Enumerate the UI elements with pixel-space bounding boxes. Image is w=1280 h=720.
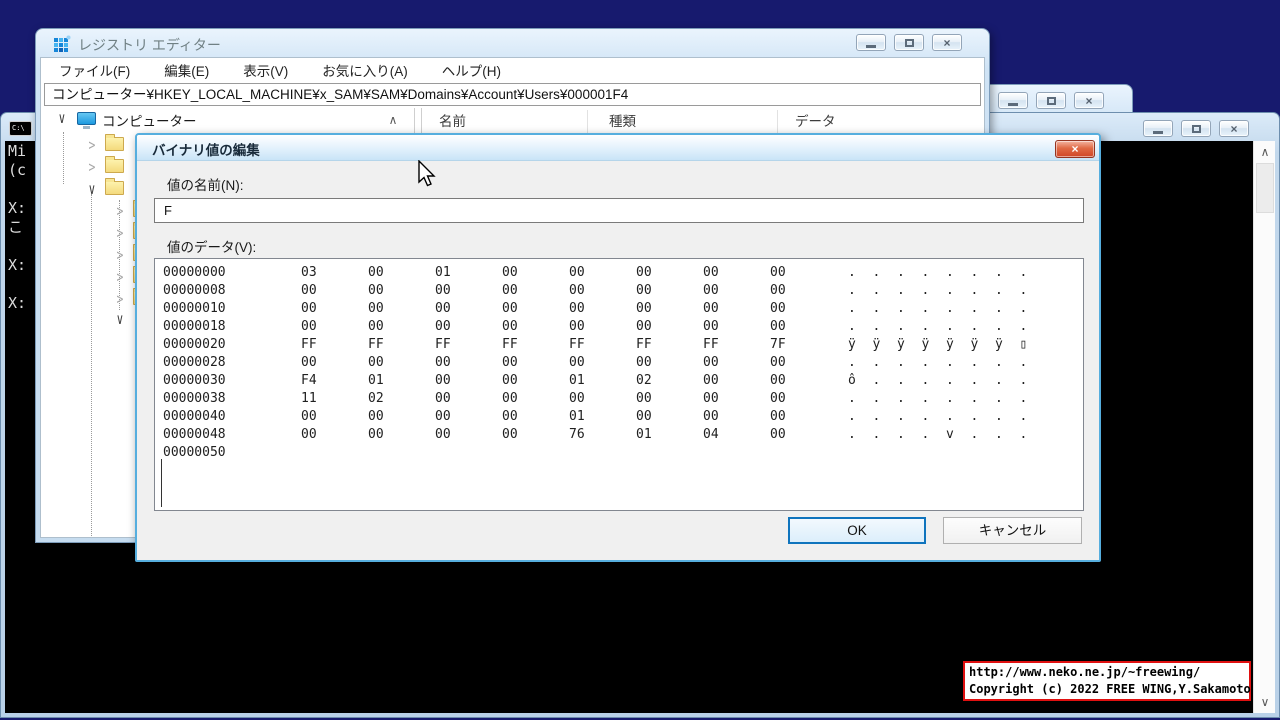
menu-help[interactable]: ヘルプ(H)	[442, 60, 501, 80]
regedit-close-button[interactable]: ×	[932, 34, 962, 51]
hex-row: 00000008 00 00 00 00 00 00 00 00........	[163, 283, 1028, 298]
hex-row: 00000040 00 00 00 00 01 00 00 00........	[163, 409, 1028, 424]
minimize-icon	[1153, 130, 1163, 134]
regedit-minimize-button[interactable]	[856, 34, 886, 51]
cancel-button[interactable]: キャンセル	[943, 517, 1082, 544]
computer-icon	[77, 112, 96, 129]
dialog-title: バイナリ値の編集	[152, 143, 260, 158]
cmd-icon: C:\	[9, 121, 32, 136]
close-icon: ×	[943, 35, 951, 50]
scroll-down-icon[interactable]: ∨	[1254, 693, 1276, 711]
value-name-label: 値の名前(N):	[167, 178, 244, 193]
close-icon: ×	[1071, 142, 1079, 156]
window-title: レジストリ エディター	[78, 37, 221, 53]
maximize-icon	[904, 38, 914, 47]
minimize-button[interactable]	[998, 92, 1028, 109]
tree-connector	[91, 194, 92, 537]
tree-item-computer[interactable]: コンピューター	[102, 110, 197, 130]
regedit-icon	[54, 35, 71, 52]
tree-connector	[63, 132, 64, 184]
chevron-right-icon[interactable]: >	[113, 245, 126, 265]
desktop: { "regedit": { "title": "レジストリ エディター", "…	[0, 0, 1280, 720]
column-header-type[interactable]: 種類	[609, 108, 636, 136]
menu-file[interactable]: ファイル(F)	[59, 60, 130, 80]
menu-favorites[interactable]: お気に入り(A)	[322, 60, 408, 80]
maximize-icon	[1191, 124, 1201, 133]
column-divider[interactable]	[587, 110, 588, 134]
chevron-right-icon[interactable]: >	[113, 289, 126, 309]
hex-row: 00000020 FF FF FF FF FF FF FF 7F ÿ ÿ ÿ ÿ ÿ ÿ ÿ ▯	[163, 337, 1028, 352]
ok-button[interactable]: OK	[788, 517, 926, 544]
hex-row: 00000018 00 00 00 00 00 00 00 00........	[163, 319, 1028, 334]
chevron-right-icon[interactable]: >	[113, 201, 126, 221]
menu-bar: ファイル(F) 編集(E) 表示(V) お気に入り(A) ヘルプ(H)	[41, 58, 984, 82]
mouse-cursor	[418, 160, 436, 187]
address-bar[interactable]: コンピューター¥HKEY_LOCAL_MACHINE¥x_SAM¥SAM¥Dom…	[44, 83, 981, 106]
menu-edit[interactable]: 編集(E)	[164, 60, 209, 80]
chevron-right-icon[interactable]: >	[113, 267, 126, 287]
scrollbar-thumb[interactable]	[1256, 163, 1274, 213]
chevron-right-icon[interactable]: >	[85, 135, 98, 155]
column-divider[interactable]	[777, 110, 778, 134]
maximize-icon	[1046, 96, 1056, 105]
chevron-right-icon[interactable]: >	[113, 223, 126, 243]
text-caret	[161, 459, 162, 507]
column-header-data[interactable]: データ	[795, 108, 836, 136]
cmd-maximize-button[interactable]	[1181, 120, 1211, 137]
regedit-title-bar[interactable]: レジストリ エディター ×	[36, 29, 989, 57]
hex-row: 00000048 00 00 00 00 76 01 04 00.... v...	[163, 427, 1028, 442]
folder-icon[interactable]	[105, 178, 124, 195]
watermark: http://www.neko.ne.jp/~freewing/ Copyrig…	[963, 661, 1251, 701]
dialog-title-bar[interactable]: バイナリ値の編集 ×	[137, 135, 1099, 161]
dialog-close-button[interactable]: ×	[1055, 140, 1095, 158]
minimize-icon	[1008, 102, 1018, 106]
scroll-up-icon[interactable]: ∧	[1254, 143, 1276, 161]
folder-icon[interactable]	[105, 134, 124, 151]
close-icon: ×	[1085, 93, 1093, 108]
hex-row: 00000030 F4 01 00 00 01 02 00 00 ô.......	[163, 373, 1028, 388]
folder-icon[interactable]	[105, 156, 124, 173]
chevron-down-icon[interactable]: ∨	[85, 179, 98, 199]
hex-row: 00000050	[163, 445, 226, 460]
minimize-icon	[866, 44, 876, 48]
hex-row: 00000028 00 00 00 00 00 00 00 00........	[163, 355, 1028, 370]
watermark-url: http://www.neko.ne.jp/~freewing/	[969, 665, 1201, 679]
hex-editor[interactable]: 00000000 03 00 01 00 00 00 00 00........ 00000008…	[154, 258, 1084, 511]
value-name-input[interactable]	[154, 198, 1084, 223]
column-header-name[interactable]: 名前	[439, 108, 466, 136]
close-button[interactable]: ×	[1074, 92, 1104, 109]
regedit-maximize-button[interactable]	[894, 34, 924, 51]
hex-row: 00000000 03 00 01 00 00 00 00 00........	[163, 265, 1028, 280]
chevron-down-icon[interactable]: ∨	[55, 108, 68, 128]
close-icon: ×	[1230, 121, 1238, 136]
chevron-down-icon[interactable]: ∨	[113, 309, 126, 329]
cmd-scrollbar[interactable]: ∧ ∨	[1253, 141, 1275, 713]
edit-binary-value-dialog: バイナリ値の編集 × 値の名前(N): 値のデータ(V): 0000000003…	[135, 133, 1101, 562]
cmd-close-button[interactable]: ×	[1219, 120, 1249, 137]
value-data-label: 値のデータ(V):	[167, 240, 257, 255]
menu-view[interactable]: 表示(V)	[243, 60, 288, 80]
watermark-copyright: Copyright (c) 2022 FREE WING,Y.Sakamoto	[969, 682, 1251, 696]
cmd-minimize-button[interactable]	[1143, 120, 1173, 137]
chevron-right-icon[interactable]: >	[85, 157, 98, 177]
hex-row: 00000038 11 02 00 00 00 00 00 00........	[163, 391, 1028, 406]
maximize-button[interactable]	[1036, 92, 1066, 109]
tree-scroll-up-icon[interactable]: ∧	[383, 110, 403, 130]
hex-editor-rows: 00000000 03 00 01 00 00 00 00 00........ 00000008…	[155, 264, 1083, 462]
hex-row: 00000010 00 00 00 00 00 00 00 00........	[163, 301, 1028, 316]
